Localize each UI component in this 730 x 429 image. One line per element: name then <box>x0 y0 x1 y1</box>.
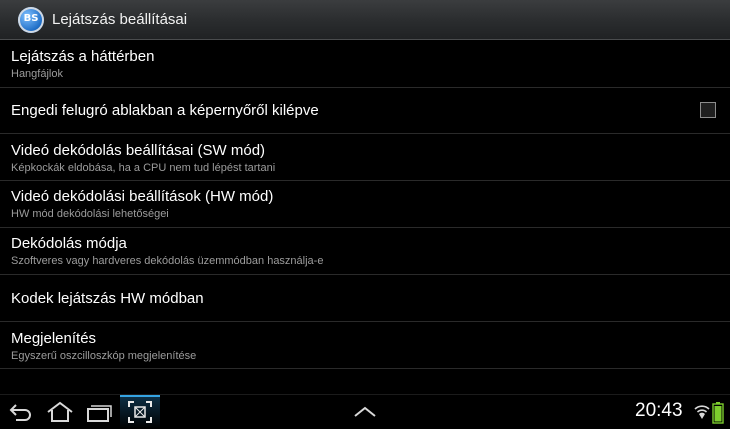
setting-subtitle: Képkockák eldobása, ha a CPU nem tud lép… <box>11 162 276 174</box>
setting-decoding-mode[interactable]: Dekódolás módja Szoftveres vagy hardvere… <box>0 228 730 275</box>
setting-subtitle: HW mód dekódolási lehetőségei <box>11 208 169 220</box>
page-title: Lejátszás beállításai <box>52 11 188 28</box>
setting-sw-decoding[interactable]: Videó dekódolás beállításai (SW mód) Kép… <box>0 134 730 181</box>
setting-popup-exit[interactable]: Engedi felugró ablakban a képernyőről ki… <box>0 88 730 134</box>
popup-exit-checkbox[interactable] <box>700 102 716 118</box>
screenshot-icon <box>127 400 153 424</box>
back-icon[interactable] <box>8 401 34 423</box>
setting-display[interactable]: Megjelenítés Egyszerű oszcilloszkóp megj… <box>0 322 730 369</box>
wifi-icon <box>694 403 710 421</box>
setting-title: Dekódolás módja <box>11 235 127 252</box>
bs-player-icon[interactable]: BS <box>18 7 44 33</box>
setting-title: Videó dekódolási beállítások (HW mód) <box>11 188 274 205</box>
status-clock: 20:43 <box>635 400 683 421</box>
setting-subtitle: Szoftveres vagy hardveres dekódolás üzem… <box>11 255 324 267</box>
title-bar: BS Lejátszás beállításai <box>0 0 730 40</box>
setting-background-playback[interactable]: Lejátszás a háttérben Hangfájlok <box>0 40 730 88</box>
recent-apps-icon[interactable] <box>86 401 112 423</box>
screenshot-button[interactable] <box>120 395 160 429</box>
setting-title: Lejátszás a háttérben <box>11 48 155 65</box>
battery-icon <box>712 402 724 424</box>
setting-title: Engedi felugró ablakban a képernyőről ki… <box>11 102 319 119</box>
setting-subtitle: Egyszerű oszcilloszkóp megjelenítése <box>11 350 197 362</box>
settings-list: Lejátszás a háttérben Hangfájlok Engedi … <box>0 40 730 369</box>
setting-title: Videó dekódolás beállításai (SW mód) <box>11 142 266 159</box>
setting-hw-codec-playback[interactable]: Kodek lejátszás HW módban <box>0 275 730 322</box>
app-icon-text: BS <box>23 13 39 24</box>
setting-title: Kodek lejátszás HW módban <box>11 290 204 307</box>
setting-subtitle: Hangfájlok <box>11 68 63 80</box>
expand-up-icon[interactable] <box>353 405 377 419</box>
system-navigation-bar: 20:43 <box>0 394 730 429</box>
setting-hw-decoding[interactable]: Videó dekódolási beállítások (HW mód) HW… <box>0 181 730 228</box>
setting-title: Megjelenítés <box>11 330 97 347</box>
home-icon[interactable] <box>46 401 74 423</box>
